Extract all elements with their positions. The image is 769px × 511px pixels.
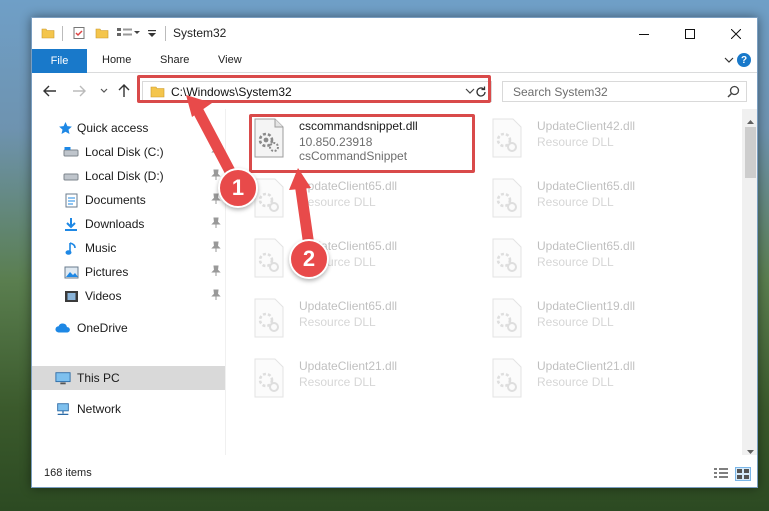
annotation-arrows (186, 95, 315, 252)
step-badge-2: 2 (289, 239, 329, 279)
arrowhead-2 (289, 168, 311, 190)
step-badge-1: 1 (218, 168, 258, 208)
arrow-to-file (294, 177, 315, 252)
arrow-to-address-bar (190, 101, 239, 183)
